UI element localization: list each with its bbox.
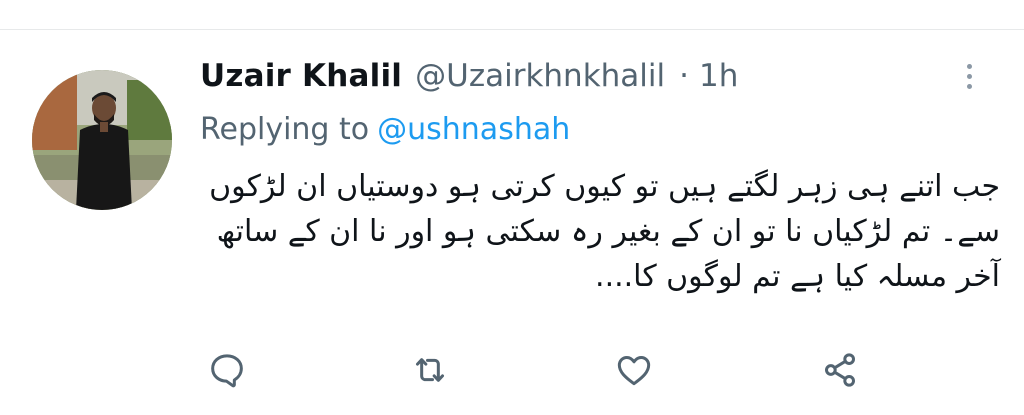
more-options-button[interactable] xyxy=(952,56,986,96)
share-icon xyxy=(825,353,855,387)
avatar-photo xyxy=(32,70,172,210)
tweet-actions xyxy=(0,348,1024,392)
replying-to-label: Replying to xyxy=(200,112,370,147)
display-name[interactable]: Uzair Khalil xyxy=(200,58,402,94)
reply-button[interactable] xyxy=(205,348,249,392)
timestamp[interactable]: 1h xyxy=(699,58,738,94)
more-vertical-icon xyxy=(966,63,972,69)
share-button[interactable] xyxy=(818,348,862,392)
tweet-header: Uzair Khalil @Uzairkhnkhalil · 1h xyxy=(200,56,738,96)
replying-to-line: Replying to @ushnashah xyxy=(200,112,570,147)
tweet-text: جب اتنے ہی زہر لگتے ہیں تو کیوں کرتی ہو … xyxy=(199,169,1000,294)
retweet-icon xyxy=(416,358,444,382)
comment-icon xyxy=(211,354,243,388)
avatar[interactable] xyxy=(32,70,172,210)
user-handle[interactable]: @Uzairkhnkhalil xyxy=(415,58,665,94)
like-button[interactable] xyxy=(612,348,656,392)
top-divider xyxy=(0,29,1024,30)
heart-icon xyxy=(617,356,651,386)
separator-dot: · xyxy=(679,58,689,94)
reply-target-link[interactable]: @ushnashah xyxy=(377,112,570,147)
retweet-button[interactable] xyxy=(408,348,452,392)
